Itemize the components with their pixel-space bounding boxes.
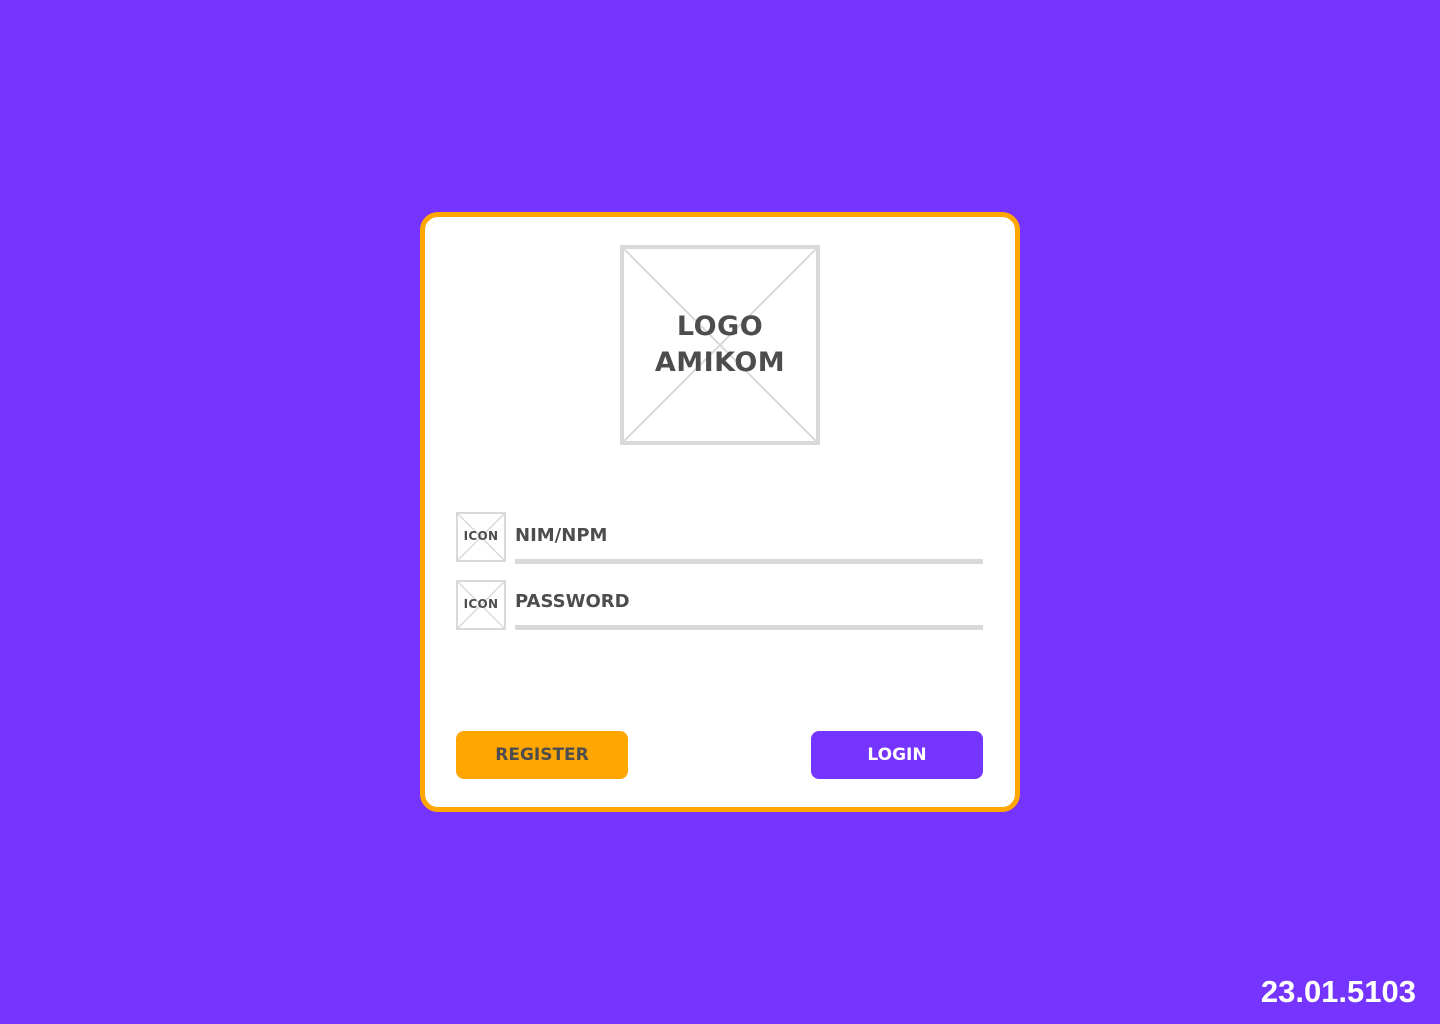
logo-amikom-placeholder: LOGO AMIKOM (620, 245, 820, 445)
logo-text: LOGO AMIKOM (624, 309, 816, 381)
icon-label: ICON (463, 597, 499, 611)
login-button[interactable]: LOGIN (811, 731, 983, 779)
nim-field-row: ICON (456, 512, 986, 564)
nim-input[interactable] (515, 512, 983, 564)
login-card: LOGO AMIKOM ICON ICON REGISTER LOGIN (420, 212, 1020, 812)
logo-text-line2: AMIKOM (654, 347, 786, 378)
register-button[interactable]: REGISTER (456, 731, 628, 779)
password-icon: ICON (456, 580, 506, 630)
logo-text-line1: LOGO (676, 311, 764, 342)
icon-label: ICON (463, 529, 499, 543)
student-id-label: 23.01.5103 (1260, 974, 1416, 1009)
nim-icon: ICON (456, 512, 506, 562)
password-field-row: ICON (456, 578, 986, 632)
password-input[interactable] (515, 578, 983, 630)
